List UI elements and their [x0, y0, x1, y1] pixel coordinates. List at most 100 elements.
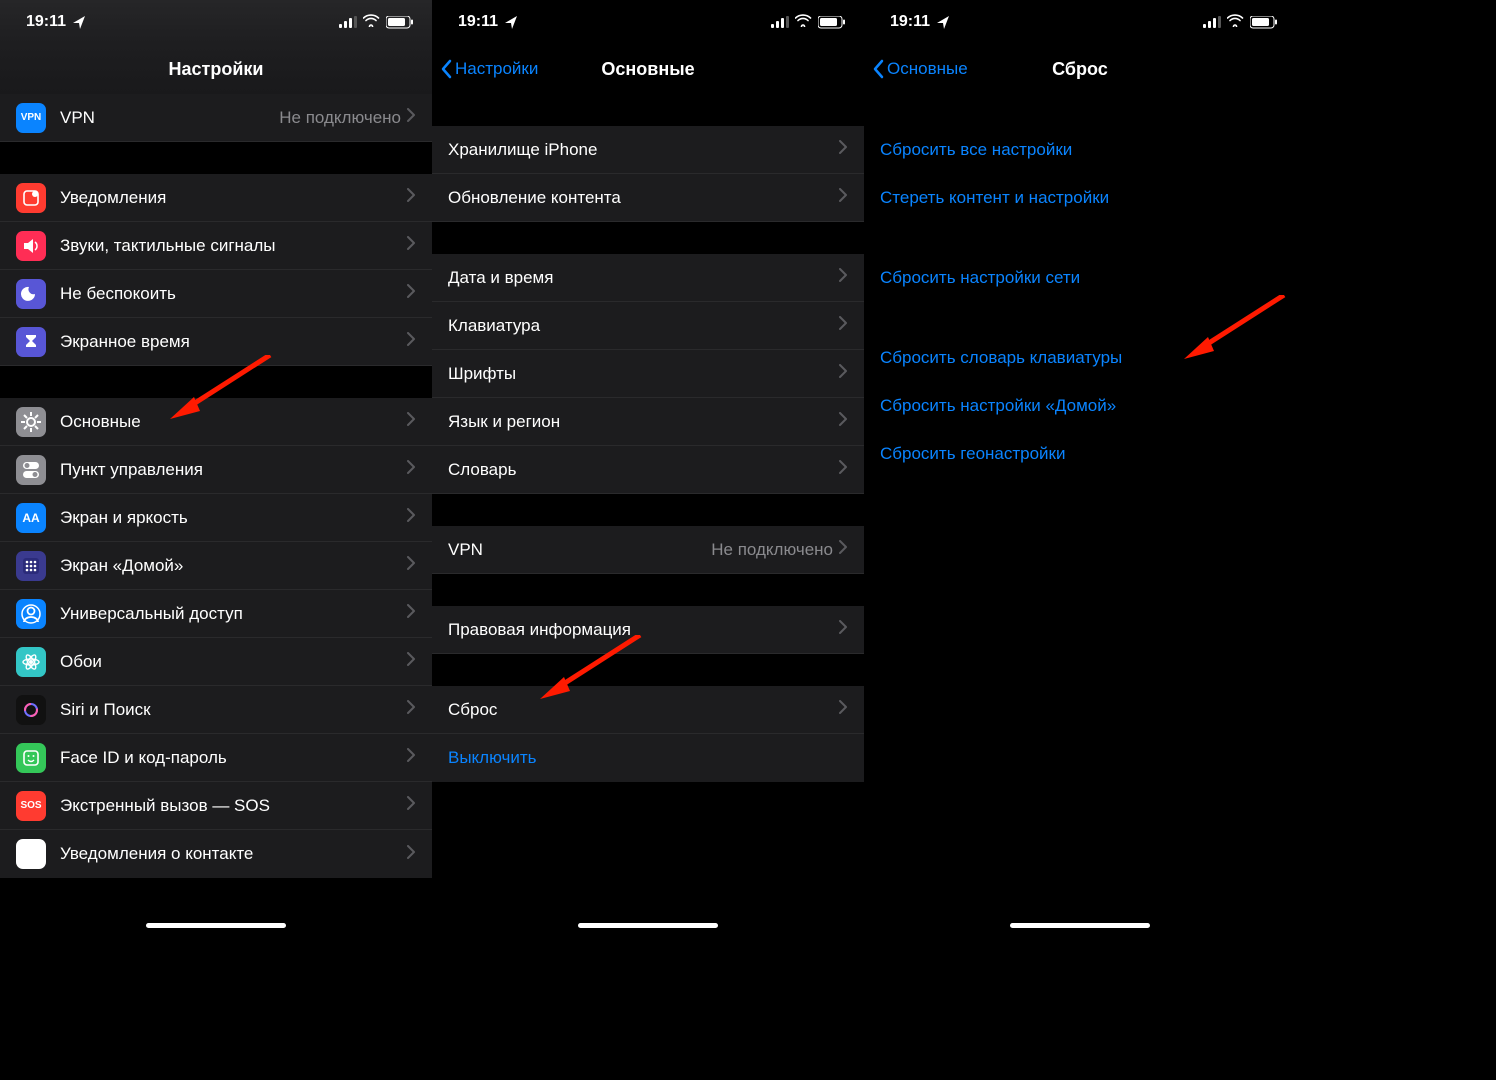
back-label: Основные: [887, 59, 968, 79]
general-icon: [16, 407, 46, 437]
chevron-icon: [407, 284, 416, 303]
chevron-icon: [839, 188, 848, 207]
row-label: Уведомления о контакте: [60, 844, 407, 864]
chevron-icon: [407, 556, 416, 575]
location-icon: [72, 15, 86, 29]
row-display[interactable]: AA Экран и яркость: [0, 494, 432, 542]
chevron-icon: [407, 332, 416, 351]
status-time: 19:11: [458, 13, 498, 31]
row-background-refresh[interactable]: Обновление контента: [432, 174, 864, 222]
row-dnd[interactable]: Не беспокоить: [0, 270, 432, 318]
row-vpn[interactable]: VPN VPN Не подключено: [0, 94, 432, 142]
back-button[interactable]: Основные: [872, 44, 968, 94]
status-time: 19:11: [890, 13, 930, 31]
battery-icon: [386, 16, 414, 29]
battery-icon: [818, 16, 846, 29]
row-language[interactable]: Язык и регион: [432, 398, 864, 446]
home-indicator[interactable]: [146, 923, 286, 928]
row-label: Сброс: [448, 700, 839, 720]
row-dictionary[interactable]: Словарь: [432, 446, 864, 494]
row-faceid[interactable]: Face ID и код-пароль: [0, 734, 432, 782]
row-sounds[interactable]: Звуки, тактильные сигналы: [0, 222, 432, 270]
notifications-icon: [16, 183, 46, 213]
row-screentime[interactable]: Экранное время: [0, 318, 432, 366]
wallpaper-icon: [16, 647, 46, 677]
row-label: Экран «Домой»: [60, 556, 407, 576]
chevron-icon: [407, 412, 416, 431]
home-indicator[interactable]: [578, 923, 718, 928]
row-label: Шрифты: [448, 364, 839, 384]
row-legal[interactable]: Правовая информация: [432, 606, 864, 654]
display-icon: AA: [16, 503, 46, 533]
row-notifications[interactable]: Уведомления: [0, 174, 432, 222]
location-icon: [936, 15, 950, 29]
chevron-icon: [407, 845, 416, 864]
row-reset-network[interactable]: Сбросить настройки сети: [864, 254, 1296, 302]
row-reset-keyboard[interactable]: Сбросить словарь клавиатуры: [864, 334, 1296, 382]
row-control-center[interactable]: Пункт управления: [0, 446, 432, 494]
row-datetime[interactable]: Дата и время: [432, 254, 864, 302]
row-reset-home[interactable]: Сбросить настройки «Домой»: [864, 382, 1296, 430]
row-wallpaper[interactable]: Обои: [0, 638, 432, 686]
row-vpn-2[interactable]: VPN Не подключено: [432, 526, 864, 574]
chevron-icon: [407, 108, 416, 127]
page-title: Настройки: [169, 59, 264, 80]
row-label: Экстренный вызов — SOS: [60, 796, 407, 816]
chevron-icon: [407, 796, 416, 815]
chevron-icon: [839, 412, 848, 431]
row-label: Обои: [60, 652, 407, 672]
chevron-icon: [839, 140, 848, 159]
status-right: [1203, 13, 1278, 32]
row-reset-location[interactable]: Сбросить геонастройки: [864, 430, 1296, 478]
row-label: VPN: [448, 540, 711, 560]
row-home-screen[interactable]: Экран «Домой»: [0, 542, 432, 590]
chevron-icon: [407, 748, 416, 767]
wifi-icon: [1227, 13, 1244, 32]
back-button[interactable]: Настройки: [440, 44, 538, 94]
row-fonts[interactable]: Шрифты: [432, 350, 864, 398]
row-shutdown[interactable]: Выключить: [432, 734, 864, 782]
screen-general: 19:11 Настройки Основные Хранилище iPhon…: [432, 0, 864, 936]
row-label: Язык и регион: [448, 412, 839, 432]
row-label: Дата и время: [448, 268, 839, 288]
screen-settings: 19:11 Настройки VPN VPN Не подключено Ув…: [0, 0, 432, 936]
row-label: Сбросить геонастройки: [880, 444, 1280, 464]
row-label: Хранилище iPhone: [448, 140, 839, 160]
row-siri[interactable]: Siri и Поиск: [0, 686, 432, 734]
row-label: Экран и яркость: [60, 508, 407, 528]
row-label: Уведомления: [60, 188, 407, 208]
control-center-icon: [16, 455, 46, 485]
row-label: Клавиатура: [448, 316, 839, 336]
chevron-icon: [839, 364, 848, 383]
row-label: Сбросить все настройки: [880, 140, 1280, 160]
cellular-icon: [1203, 16, 1221, 28]
chevron-icon: [839, 540, 848, 559]
status-right: [339, 13, 414, 32]
row-accessibility[interactable]: Универсальный доступ: [0, 590, 432, 638]
chevron-icon: [407, 508, 416, 527]
row-reset[interactable]: Сброс: [432, 686, 864, 734]
battery-icon: [1250, 16, 1278, 29]
row-erase-all[interactable]: Стереть контент и настройки: [864, 174, 1296, 222]
navbar: Настройки: [0, 44, 432, 94]
row-label: Экранное время: [60, 332, 407, 352]
row-keyboard[interactable]: Клавиатура: [432, 302, 864, 350]
row-general[interactable]: Основные: [0, 398, 432, 446]
siri-icon: [16, 695, 46, 725]
chevron-icon: [407, 604, 416, 623]
home-indicator[interactable]: [1010, 923, 1150, 928]
row-label: Сбросить настройки «Домой»: [880, 396, 1280, 416]
vpn-icon: VPN: [16, 103, 46, 133]
screentime-icon: [16, 327, 46, 357]
chevron-icon: [407, 652, 416, 671]
chevron-icon: [839, 316, 848, 335]
row-sos[interactable]: SOS Экстренный вызов — SOS: [0, 782, 432, 830]
row-exposure[interactable]: Уведомления о контакте: [0, 830, 432, 878]
row-reset-all[interactable]: Сбросить все настройки: [864, 126, 1296, 174]
row-storage[interactable]: Хранилище iPhone: [432, 126, 864, 174]
chevron-icon: [407, 700, 416, 719]
row-label: Не беспокоить: [60, 284, 407, 304]
sounds-icon: [16, 231, 46, 261]
row-label: Основные: [60, 412, 407, 432]
chevron-icon: [839, 700, 848, 719]
